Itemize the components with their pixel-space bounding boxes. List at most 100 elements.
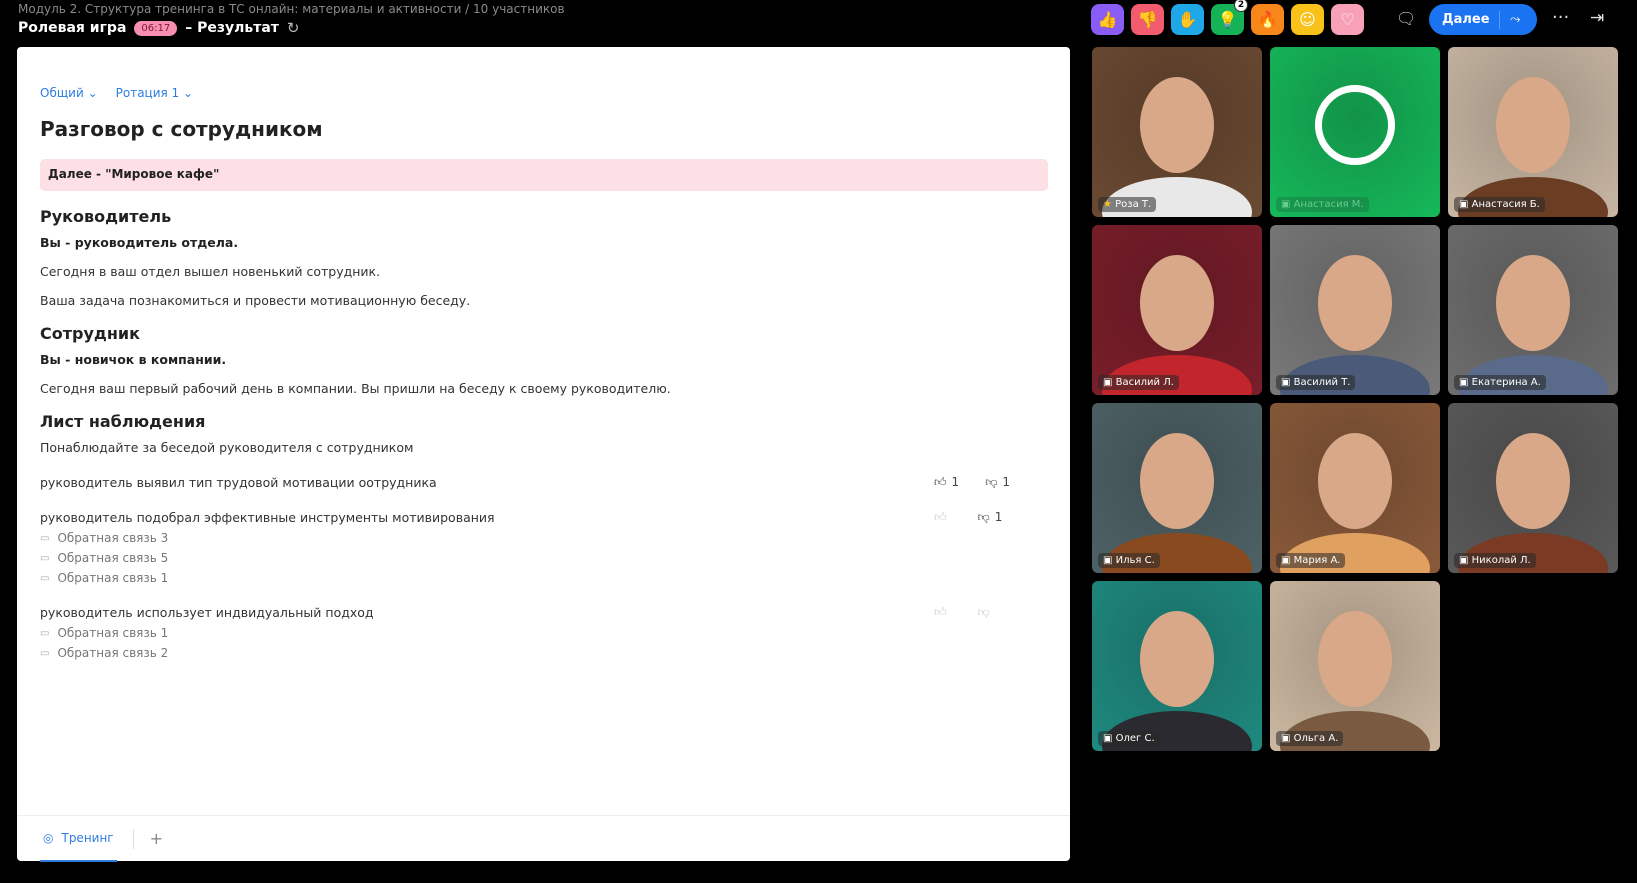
heart-icon: ♡ [1340,10,1355,29]
participant-name: ▣ Анастасия Б. [1454,197,1545,212]
comment-icon: ▭ [40,647,50,659]
participant-tile[interactable]: ▣ Василий Л. [1092,225,1262,395]
name-label: Анастасия Б. [1471,199,1540,210]
content-body: Руководитель Вы - руководитель отдела. Сег… [40,207,1050,660]
participant-tile[interactable]: ▣ Олег С. [1092,581,1262,751]
thumbs-down-vote[interactable]: 👎︎ 1 [978,510,1003,525]
participant-face [1140,433,1214,529]
feedback-item[interactable]: ▭ Обратная связь 5 [40,551,1050,565]
section-heading: Руководитель [40,207,172,226]
reaction-fire-button[interactable]: 🔥 [1251,4,1284,35]
participant-tile[interactable]: ▣ Николай Л. [1448,403,1618,573]
feedback-item[interactable]: ▭ Обратная связь 3 [40,531,1050,545]
comment-icon: ▭ [40,552,50,564]
votes: 👍︎ 👎︎ 1 [934,510,1014,525]
participant-face [1318,611,1392,707]
reaction-hand-button[interactable]: ✋ [1171,4,1204,35]
participant-face [1140,255,1214,351]
activity-title: Ролевая игра 06:17 – Результат ↻ [18,19,299,37]
reaction-smile-button[interactable]: ☺ [1291,4,1324,35]
section-text: Сегодня в ваш отдел вышел новенький сотр… [40,264,381,279]
name-label: Василий Л. [1115,377,1174,388]
reaction-count-badge: 2 [1234,0,1248,12]
content-panel: Общий ⌄ Ротация 1 ⌄ Разговор с сотрудник… [17,47,1070,862]
thumbs-up-icon: 👍︎ [934,605,947,619]
thumbs-up-vote[interactable]: 👍︎ [934,605,952,620]
reaction-thumbs-down-button[interactable]: 👎 [1131,4,1164,35]
name-label: Роза Т. [1115,199,1152,210]
comment-icon: ▭ [40,572,50,584]
thumbs-up-icon: 👍︎ [934,510,947,524]
result-label: – Результат [185,20,279,36]
thumbs-down-icon: 👎︎ [985,475,998,489]
next-label: Далее [1442,12,1490,27]
reaction-lightbulb-button[interactable]: 💡 2 [1211,0,1248,35]
feedback-text: Обратная связь 2 [57,646,169,660]
participant-tile[interactable]: ▣ Ольга А. [1270,581,1440,751]
camera-icon: ▣ [1281,733,1294,744]
role-section: Руководитель Вы - руководитель отдела. Сег… [40,207,1050,308]
votes: 👍︎ 👎︎ [934,605,1014,620]
participant-name: ▣ Василий Л. [1098,375,1179,390]
participant-face [1140,77,1214,173]
thumbs-up-vote[interactable]: 👍︎ 1 [934,475,959,490]
star-icon: ★ [1103,199,1116,210]
more-icon[interactable]: ··· [1552,7,1569,28]
feedback-item[interactable]: ▭ Обратная связь 1 [40,626,1050,640]
participant-tile[interactable]: ▣ Екатерина А. [1448,225,1618,395]
participant-tile[interactable]: ▣ Анастасия Б. [1448,47,1618,217]
exit-icon[interactable]: ⇥ [1590,8,1604,28]
thumbs-down-vote[interactable]: 👎︎ 1 [985,475,1010,490]
timer-badge: 06:17 [134,20,178,36]
participant-tile[interactable]: ▣ Василий Т. [1270,225,1440,395]
feedback-text: Обратная связь 3 [57,531,169,545]
reaction-heart-button[interactable]: ♡ [1331,4,1364,35]
rotation-dropdown[interactable]: Ротация 1 ⌄ [116,86,193,100]
feedback-item[interactable]: ▭ Обратная связь 2 [40,646,1050,660]
thumbs-down-vote[interactable]: 👎︎ [978,605,995,620]
group-dropdown[interactable]: Общий ⌄ [40,86,98,100]
thumbs-down-icon: 👎︎ [977,510,990,524]
training-icon: ◎ [43,830,54,845]
criterion-row: руководитель подобрал эффективные инстру… [40,510,1050,525]
name-label: Ольга А. [1293,733,1339,744]
participant-tile[interactable]: ★ Роза Т. [1092,47,1262,217]
camera-icon: ▣ [1103,555,1116,566]
participant-name: ▣ Олег С. [1098,731,1160,746]
camera-icon: ▣ [1459,377,1472,388]
role-section: Сотрудник Вы - новичок в компании. Сегодня… [40,324,1050,396]
participant-face [1496,433,1570,529]
participant-tile[interactable]: ▣ Мария А. [1270,403,1440,573]
section-text: Вы - новичок в компании. [40,352,227,367]
participant-tile[interactable]: ▣ Илья С. [1092,403,1262,573]
observation-intro: Понаблюдайте за беседой руководителя с с… [40,440,414,455]
next-button[interactable]: Далее ⤳ [1429,4,1537,35]
participant-tile[interactable]: ▣ Анастасия М. [1270,47,1440,217]
section-text: Вы - руководитель отдела. [40,235,239,250]
participant-name: ▣ Илья С. [1098,553,1160,568]
reaction-thumbs-up-button[interactable]: 👍 [1091,4,1124,35]
comment-icon: ▭ [40,532,50,544]
route-icon[interactable]: ⤳ [1500,12,1520,27]
criterion-item: руководитель подобрал эффективные инстру… [40,510,1050,585]
thumbs-down-icon: 👎︎ [977,605,990,619]
criterion-item: руководитель использует индвидуальный по… [40,605,1050,660]
thumbs-up-icon: 👍︎ [934,475,947,489]
camera-icon: ▣ [1281,377,1294,388]
refresh-icon[interactable]: ↻ [287,19,300,37]
tab-training[interactable]: ◎ Тренинг [40,816,117,862]
thumbs-up-icon: 👍 [1097,10,1118,29]
thumbs-down-icon: 👎 [1137,10,1158,29]
page-title: Разговор с сотрудником [40,117,323,141]
participant-name: ▣ Ольга А. [1276,731,1344,746]
feedback-item[interactable]: ▭ Обратная связь 1 [40,571,1050,585]
lightbulb-icon: 💡 [1217,10,1238,29]
add-tab-button[interactable]: + [150,829,163,848]
camera-icon: ▣ [1281,199,1294,210]
chat-icon[interactable]: 🗨 [1396,9,1416,28]
reactions-toolbar: 👍 👎 ✋ 💡 2 🔥 ☺ ♡ [1091,0,1364,35]
camera-icon: ▣ [1103,733,1116,744]
thumbs-up-vote[interactable]: 👍︎ [934,510,952,525]
criterion-row: руководитель использует индвидуальный по… [40,605,1050,620]
name-label: Анастасия М. [1293,199,1364,210]
